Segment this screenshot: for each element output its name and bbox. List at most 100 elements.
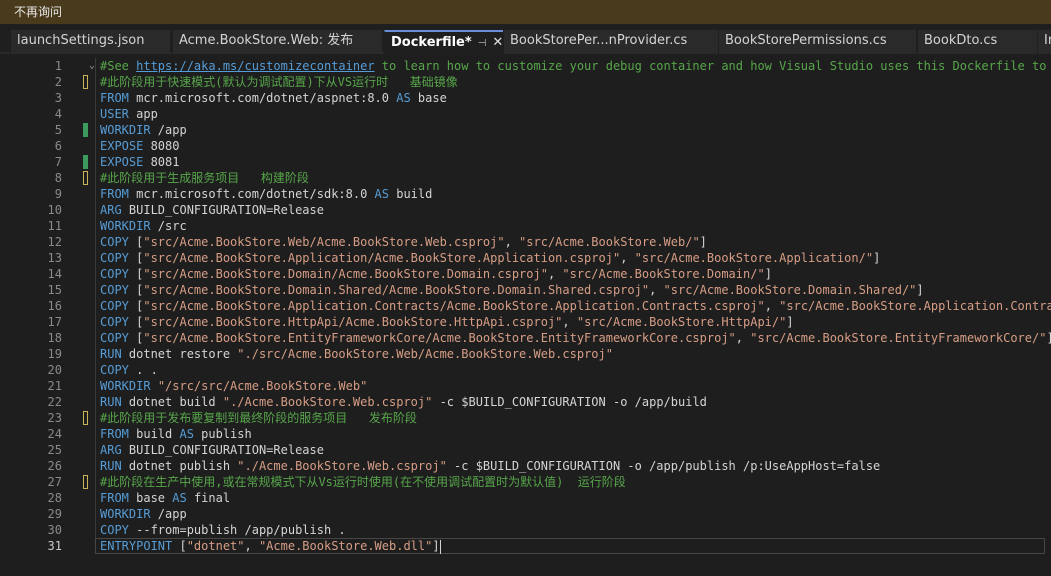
- code-token: dotnet build: [121, 395, 223, 409]
- line-code: COPY ["src/Acme.BookStore.Application/Ac…: [100, 250, 880, 266]
- code-line[interactable]: 25 ARG BUILD_CONFIGURATION=Release: [0, 442, 1051, 458]
- code-editor[interactable]: 1 ⌄ #See https://aka.ms/customizecontainer…: [0, 54, 1051, 576]
- tab-dockerfile[interactable]: Dockerfile* ⊣ ✕: [384, 30, 504, 54]
- string-token: "src/Acme.BookStore.Application.Contract…: [143, 299, 765, 313]
- saved-change-marker: [83, 155, 88, 169]
- code-line[interactable]: 8 #此阶段用于生成服务项目 构建阶段: [0, 170, 1051, 186]
- tab-bookstore-permissions[interactable]: BookStorePermissions.cs: [718, 30, 916, 54]
- code-line[interactable]: 1 ⌄ #See https://aka.ms/customizecontainer…: [0, 58, 1051, 74]
- tab-label: Ir: [1044, 33, 1051, 48]
- comment-link[interactable]: https://aka.ms/customizecontainer: [136, 59, 374, 73]
- code-token: [: [172, 539, 187, 553]
- code-line[interactable]: 21 WORKDIR "/src/src/Acme.BookStore.Web": [0, 378, 1051, 394]
- line-code: USER app: [100, 106, 158, 122]
- keyword-token: RUN: [100, 459, 122, 473]
- keyword-token: FROM: [100, 491, 129, 505]
- code-token: BUILD_CONFIGURATION=Release: [121, 443, 324, 457]
- code-line[interactable]: 18 COPY ["src/Acme.BookStore.EntityFramew…: [0, 330, 1051, 346]
- code-line[interactable]: 28 FROM base AS final: [0, 490, 1051, 506]
- tab-overflow[interactable]: Ir: [1037, 30, 1051, 54]
- code-token: ,: [244, 539, 259, 553]
- code-line[interactable]: 11 WORKDIR /src: [0, 218, 1051, 234]
- code-line[interactable]: 9 FROM mcr.microsoft.com/dotnet/sdk:8.0 A…: [0, 186, 1051, 202]
- string-token: "./src/Acme.BookStore.Web/Acme.BookStore…: [237, 347, 613, 361]
- code-line[interactable]: 14 COPY ["src/Acme.BookStore.Domain/Acme.…: [0, 266, 1051, 282]
- keyword-token: AS: [396, 91, 411, 105]
- line-code: #此阶段用于发布要复制到最终阶段的服务项目 发布阶段: [100, 410, 417, 426]
- line-number: 30: [47, 523, 62, 537]
- code-line[interactable]: 7 EXPOSE 8081: [0, 154, 1051, 170]
- code-line[interactable]: 24 FROM build AS publish: [0, 426, 1051, 442]
- line-number: 29: [47, 507, 62, 521]
- code-line[interactable]: 20 COPY . .: [0, 362, 1051, 378]
- line-number: 10: [47, 203, 62, 217]
- comment-token: #此阶段用于生成服务项目 构建阶段: [100, 171, 309, 185]
- keyword-token: COPY: [100, 363, 129, 377]
- keyword-token: FROM: [100, 427, 129, 441]
- comment-token: #此阶段用于发布要复制到最终阶段的服务项目 发布阶段: [100, 411, 417, 425]
- code-line[interactable]: 4 USER app: [0, 106, 1051, 122]
- tab-bookstore-permission-provider[interactable]: BookStorePer...nProvider.cs: [503, 30, 718, 54]
- tab-launchsettings[interactable]: launchSettings.json: [10, 30, 170, 54]
- line-number: 23: [47, 411, 62, 425]
- code-token: ]: [1046, 331, 1051, 345]
- code-line[interactable]: 15 COPY ["src/Acme.BookStore.Domain.Share…: [0, 282, 1051, 298]
- line-code: ARG BUILD_CONFIGURATION=Release: [100, 442, 324, 458]
- code-line[interactable]: 29 WORKDIR /app: [0, 506, 1051, 522]
- line-number: 12: [47, 235, 62, 249]
- line-code: EXPOSE 8081: [100, 154, 179, 170]
- code-token: /app: [150, 123, 187, 137]
- code-line[interactable]: 30 COPY --from=publish /app/publish .: [0, 522, 1051, 538]
- line-code: RUN dotnet build "./Acme.BookStore.Web.c…: [100, 394, 707, 410]
- code-token: ,: [620, 251, 635, 265]
- string-token: "src/Acme.BookStore.Domain/": [562, 267, 765, 281]
- code-token: [: [128, 235, 144, 249]
- comment-token: #此阶段用于快速模式(默认为调试配置)下从VS运行时 基础镜像: [100, 75, 458, 89]
- code-line[interactable]: 6 EXPOSE 8080: [0, 138, 1051, 154]
- unsaved-change-marker: [83, 75, 88, 89]
- code-token: -c $BUILD_CONFIGURATION -o /app/publish …: [446, 459, 881, 473]
- keyword-token: COPY: [100, 331, 129, 345]
- tab-publish[interactable]: Acme.BookStore.Web: 发布: [172, 30, 382, 54]
- line-code: EXPOSE 8080: [100, 138, 179, 154]
- code-line[interactable]: 3 FROM mcr.microsoft.com/dotnet/aspnet:8.…: [0, 90, 1051, 106]
- code-token: . .: [128, 363, 158, 377]
- line-number: 21: [47, 379, 62, 393]
- tab-bookdto[interactable]: BookDto.cs: [917, 30, 1037, 54]
- dont-ask-again-link[interactable]: 不再询问: [14, 5, 62, 19]
- code-line[interactable]: 23 #此阶段用于发布要复制到最终阶段的服务项目 发布阶段: [0, 410, 1051, 426]
- line-code: COPY --from=publish /app/publish .: [100, 522, 346, 538]
- pin-icon[interactable]: ⊣: [478, 38, 487, 49]
- string-token: "src/Acme.BookStore.Domain.Shared/Acme.B…: [143, 283, 650, 297]
- code-line[interactable]: 26 RUN dotnet publish "./Acme.BookStore.W…: [0, 458, 1051, 474]
- comment-token: to learn how to customize your debug con…: [374, 59, 1051, 73]
- code-line[interactable]: 16 COPY ["src/Acme.BookStore.Application.…: [0, 298, 1051, 314]
- line-number: 31: [47, 539, 62, 553]
- code-line[interactable]: 27 #此阶段在生产中使用,或在常规模式下从Vs运行时使用(在不使用调试配置时为默…: [0, 474, 1051, 490]
- code-line[interactable]: 17 COPY ["src/Acme.BookStore.HttpApi/Acme…: [0, 314, 1051, 330]
- code-token: --from=publish /app/publish .: [128, 523, 346, 537]
- code-line[interactable]: 22 RUN dotnet build "./Acme.BookStore.Web…: [0, 394, 1051, 410]
- code-line[interactable]: 2 #此阶段用于快速模式(默认为调试配置)下从VS运行时 基础镜像: [0, 74, 1051, 90]
- code-token: ,: [547, 267, 563, 281]
- code-line[interactable]: 5 WORKDIR /app: [0, 122, 1051, 138]
- line-number: 2: [54, 75, 62, 89]
- line-number: 25: [47, 443, 62, 457]
- code-line[interactable]: 13 COPY ["src/Acme.BookStore.Application/…: [0, 250, 1051, 266]
- fold-chevron-icon[interactable]: ⌄: [89, 58, 95, 74]
- code-line[interactable]: 31 ENTRYPOINT ["dotnet", "Acme.BookStore.…: [0, 538, 1051, 554]
- keyword-token: COPY: [100, 523, 129, 537]
- tab-label: BookStorePer...nProvider.cs: [510, 33, 688, 48]
- line-code: #此阶段用于生成服务项目 构建阶段: [100, 170, 309, 186]
- code-line[interactable]: 10 ARG BUILD_CONFIGURATION=Release: [0, 202, 1051, 218]
- string-token: "src/Acme.BookStore.Application/Acme.Boo…: [143, 251, 621, 265]
- code-line[interactable]: 12 COPY ["src/Acme.BookStore.Web/Acme.Boo…: [0, 234, 1051, 250]
- line-number: 14: [47, 267, 62, 281]
- line-code: FROM mcr.microsoft.com/dotnet/sdk:8.0 AS…: [100, 186, 432, 202]
- line-number: 5: [54, 123, 62, 137]
- close-icon[interactable]: ✕: [492, 35, 503, 50]
- code-line[interactable]: 19 RUN dotnet restore "./src/Acme.BookSto…: [0, 346, 1051, 362]
- line-code: WORKDIR /src: [100, 218, 187, 234]
- keyword-token: AS: [172, 491, 187, 505]
